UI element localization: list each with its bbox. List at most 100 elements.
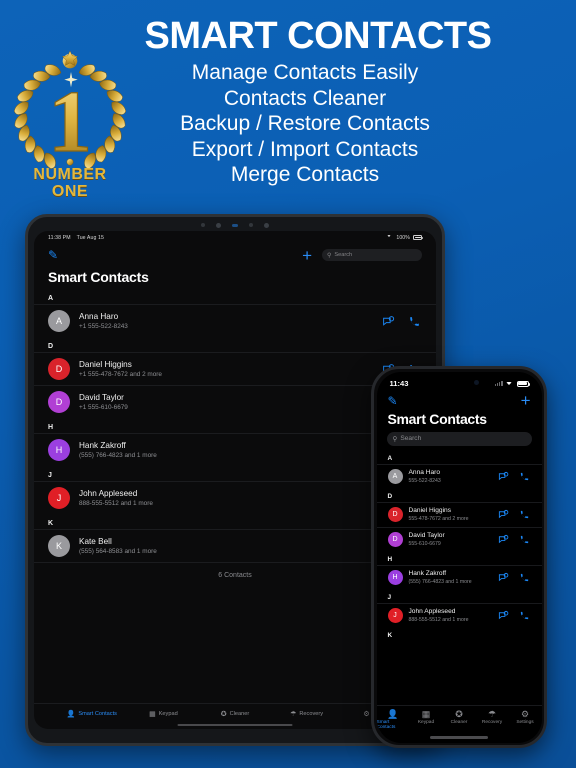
avatar: A <box>48 310 70 332</box>
section-header: D <box>48 343 54 350</box>
contact-phone: 555-478-7672 and 2 more <box>408 516 469 522</box>
contact-name: Hank Zakroff <box>408 570 447 577</box>
plus-icon[interactable]: + <box>302 247 312 264</box>
contact-name: Kate Bell <box>79 536 112 546</box>
phone-nav-bar: ✎ + <box>377 392 542 410</box>
grid-icon: ▦ <box>421 708 431 719</box>
section-header: H <box>387 555 393 563</box>
tab-label: Settings <box>516 720 534 725</box>
contact-phone: +1 555-610-6679 <box>79 403 128 411</box>
tab-smart-contacts[interactable]: 👤 Smart Contacts <box>56 711 128 718</box>
status-date: Tue Aug 15 <box>76 234 104 241</box>
status-time: 11:43 <box>389 379 409 388</box>
gear-icon: ⚙ <box>520 708 530 719</box>
section-header: A <box>387 454 393 462</box>
avatar: D <box>48 391 70 413</box>
tab-label: Keypad <box>417 720 435 725</box>
person-icon: 👤 <box>387 708 399 719</box>
cellular-signal-icon <box>494 381 503 386</box>
tab-smart-contacts[interactable]: 👤 Smart Contacts <box>376 708 410 730</box>
feature-list: Manage Contacts Easily Contacts Cleaner … <box>90 60 520 188</box>
avatar: A <box>387 469 403 484</box>
section-header: K <box>387 631 393 639</box>
pencil-icon[interactable]: ✎ <box>48 249 58 261</box>
search-input[interactable]: ⚲ Search <box>322 249 422 261</box>
battery-icon <box>516 380 530 387</box>
message-icon[interactable] <box>381 314 396 329</box>
search-placeholder: Search <box>400 435 422 442</box>
tab-label: Smart Contacts <box>376 720 396 730</box>
tab-recovery[interactable]: ☂ Recovery <box>476 709 509 725</box>
call-icon[interactable] <box>519 509 531 521</box>
avatar: H <box>387 570 403 585</box>
list-item[interactable]: H Hank Zakroff (555) 766-4823 and 1 more <box>376 564 542 590</box>
list-item[interactable]: A Anna Haro 555-522-8243 <box>376 463 542 489</box>
pencil-icon[interactable]: ✎ <box>388 394 398 408</box>
badge-line-2: ONE <box>51 183 89 200</box>
badge-caption: NUMBER ONE <box>5 166 135 200</box>
avatar: H <box>48 439 70 461</box>
avatar: J <box>48 487 70 509</box>
contact-name: John Appleseed <box>79 488 138 498</box>
table-row[interactable]: A Anna Haro +1 555-522-8243 <box>34 304 436 337</box>
call-icon[interactable] <box>519 572 531 584</box>
message-icon[interactable] <box>498 471 510 483</box>
person-icon: 👤 <box>66 710 76 718</box>
avatar: D <box>48 358 70 380</box>
call-icon[interactable] <box>519 610 531 622</box>
contact-name: David Taylor <box>408 532 445 539</box>
call-icon[interactable] <box>519 471 531 483</box>
wifi-icon <box>505 381 514 387</box>
tablet-bezel-sensors <box>28 219 442 231</box>
message-icon[interactable] <box>498 509 510 521</box>
list-item[interactable]: J John Appleseed 888-555-5512 and 1 more <box>376 602 542 628</box>
status-battery-label: 100% <box>396 234 410 241</box>
contact-phone: (555) 766-4823 and 1 more <box>79 451 157 459</box>
feature-line: Manage Contacts Easily <box>191 61 419 84</box>
list-item[interactable]: D David Taylor 555-610-6679 <box>376 526 542 552</box>
tab-label: Recovery <box>299 711 324 717</box>
hero-banner: SMART CONTACTS Manage Contacts Easily Co… <box>0 0 576 212</box>
tab-label: Cleaner <box>229 711 250 717</box>
svg-text:1: 1 <box>48 74 92 171</box>
phone-status-bar: 11:43 <box>377 372 542 392</box>
tablet-status-bar: 11:38 PM Tue Aug 15 100% <box>34 231 436 244</box>
contact-name: Daniel Higgins <box>79 359 132 369</box>
search-placeholder: Search <box>334 252 353 258</box>
camera-icon: ☂ <box>290 710 297 718</box>
tab-cleaner[interactable]: ✪ Cleaner <box>443 708 476 725</box>
sensor-dot-icon <box>249 223 253 227</box>
contact-name: John Appleseed <box>408 608 456 615</box>
broom-icon: ✪ <box>220 710 227 718</box>
message-icon[interactable] <box>498 572 510 584</box>
search-input[interactable]: ⚲ Search <box>386 431 532 446</box>
contact-phone: 888-555-5512 and 1 more <box>79 499 153 507</box>
broom-icon: ✪ <box>455 708 463 719</box>
call-icon[interactable] <box>519 534 531 546</box>
list-item[interactable]: D Daniel Higgins 555-478-7672 and 2 more <box>376 501 542 527</box>
section-header: D <box>387 492 393 500</box>
plus-icon[interactable]: + <box>521 392 531 409</box>
tablet-nav-bar: ✎ + ⚲ Search <box>34 244 436 266</box>
avatar: D <box>387 507 403 522</box>
tab-settings[interactable]: ⚙ Settings <box>509 708 542 725</box>
feature-line: Merge Contacts <box>230 163 380 186</box>
contact-phone: 555-522-8243 <box>408 478 441 484</box>
message-icon[interactable] <box>498 534 510 546</box>
phone-page-title: Smart Contacts <box>387 410 488 427</box>
sensor-dot-icon <box>201 223 205 227</box>
call-icon[interactable] <box>407 314 422 329</box>
tab-cleaner[interactable]: ✪ Cleaner <box>199 711 271 718</box>
contact-name: Anna Haro <box>408 469 441 476</box>
phone-device-mockup: 11:43 ✎ + Smart Contacts ⚲ Search A A An… <box>371 366 547 748</box>
front-camera-icon <box>474 380 479 385</box>
status-time: 11:38 PM <box>48 234 71 241</box>
message-icon[interactable] <box>498 610 510 622</box>
tab-keypad[interactable]: ▦ Keypad <box>410 708 443 725</box>
tab-recovery[interactable]: ☂ Recovery <box>271 711 343 718</box>
search-icon: ⚲ <box>327 252 332 259</box>
section-header: J <box>387 593 392 601</box>
tab-keypad[interactable]: ▦ Keypad <box>128 711 200 718</box>
battery-icon <box>413 235 423 240</box>
phone-contact-list[interactable]: A A Anna Haro 555-522-8243 D D Daniel Hi… <box>376 451 542 705</box>
